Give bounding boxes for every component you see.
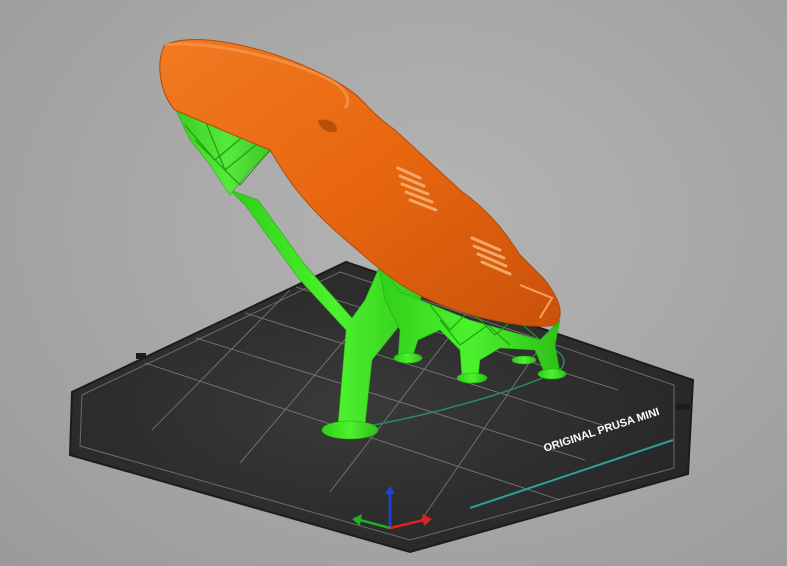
scene-svg: ORIGINAL PRUSA MINI (68, 39, 695, 554)
support-base-4 (511, 355, 537, 365)
support-base-2 (456, 372, 488, 384)
bed-tab-left (136, 353, 146, 359)
support-base-3 (537, 368, 567, 380)
support-base-main (321, 420, 379, 440)
bed-tab-right (676, 404, 690, 410)
support-base-1 (393, 352, 423, 364)
3d-viewport[interactable]: ORIGINAL PRUSA MINI (0, 0, 787, 566)
